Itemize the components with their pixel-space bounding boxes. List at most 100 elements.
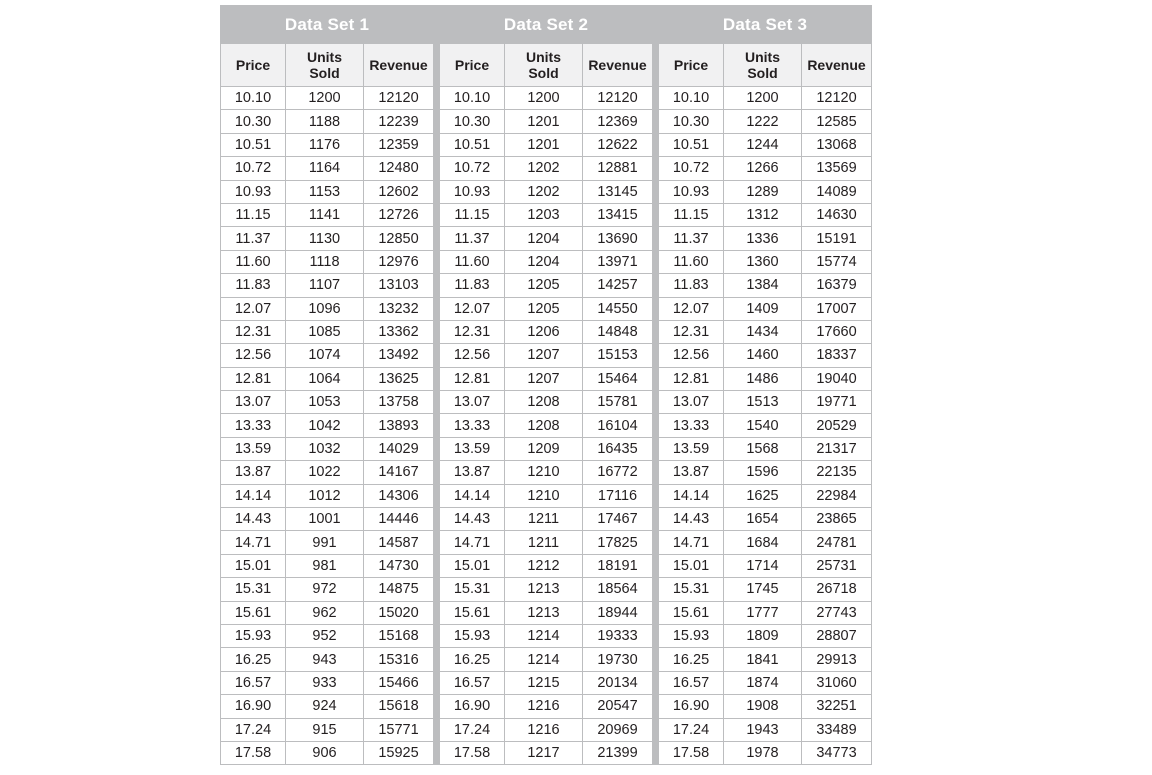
table-row: 11.37 1204 13690: [439, 226, 653, 251]
units-sold-cell: 906: [285, 740, 364, 766]
table-row: 16.57 1215 20134: [439, 670, 653, 696]
revenue-cell: 12369: [582, 109, 653, 134]
revenue-cell: 12120: [363, 85, 434, 111]
price-cell: 17.24: [439, 717, 505, 742]
units-sold-cell: 915: [285, 717, 364, 742]
table-row: 10.93 1202 13145: [439, 179, 653, 204]
table-row: 13.33 1540 20529: [658, 413, 872, 438]
units-sold-cell: 1085: [285, 319, 364, 345]
data-set-title: Data Set 2: [439, 5, 653, 44]
table-row: 16.57 1874 31060: [658, 670, 872, 696]
table-row: 12.81 1486 19040: [658, 366, 872, 392]
revenue-cell: 16379: [801, 273, 872, 298]
units-sold-cell: 1809: [723, 623, 802, 649]
column-header-text: Price: [673, 57, 709, 73]
price-cell: 12.81: [658, 366, 724, 392]
column-header-text: Revenue: [369, 57, 428, 73]
data-set-1: Data Set 1 Price Units Sold Revenue 10.10 1200…: [220, 5, 434, 766]
price-cell: 15.01: [439, 553, 505, 579]
table-row: 10.51 1201 12622: [439, 132, 653, 158]
table-row: 16.25 1214 19730: [439, 647, 653, 672]
revenue-cell: 13362: [363, 319, 434, 345]
revenue-cell: 17116: [582, 483, 653, 509]
price-cell: 17.58: [658, 740, 724, 766]
revenue-cell: 14089: [801, 179, 872, 204]
price-cell: 13.07: [439, 390, 505, 415]
table-row: 11.83 1205 14257: [439, 273, 653, 298]
units-sold-cell: 1203: [504, 202, 583, 228]
units-sold-cell: 1211: [504, 507, 583, 532]
data-set-2: Data Set 2 Price Units Sold Revenue 10.10 1200…: [439, 5, 653, 766]
table-row: 14.71 991 14587: [220, 530, 434, 555]
revenue-cell: 28807: [801, 623, 872, 649]
price-cell: 16.25: [220, 647, 286, 672]
units-sold-cell: 1208: [504, 413, 583, 438]
revenue-cell: 17467: [582, 507, 653, 532]
units-sold-cell: 1205: [504, 296, 583, 321]
units-sold-cell: 1266: [723, 156, 802, 181]
table-row: 15.61 1777 27743: [658, 600, 872, 625]
price-cell: 16.25: [658, 647, 724, 672]
table-row: 11.60 1204 13971: [439, 249, 653, 275]
column-header-units-sold: Units Sold: [723, 44, 802, 87]
table-row: 10.72 1164 12480: [220, 156, 434, 181]
table-row: 12.07 1096 13232: [220, 296, 434, 321]
table-row: 15.93 952 15168: [220, 623, 434, 649]
price-cell: 17.24: [658, 717, 724, 742]
table-row: 11.60 1360 15774: [658, 249, 872, 275]
column-header-units-sold: Units Sold: [504, 44, 583, 87]
units-sold-cell: 1022: [285, 460, 364, 485]
revenue-cell: 18191: [582, 553, 653, 579]
price-cell: 14.71: [220, 530, 286, 555]
units-sold-cell: 1032: [285, 436, 364, 462]
table-row: 13.59 1209 16435: [439, 436, 653, 462]
table-row: 17.24 1216 20969: [439, 717, 653, 742]
price-cell: 10.93: [658, 179, 724, 204]
table-row: 10.10 1200 12120: [439, 85, 653, 111]
table-row: 13.87 1022 14167: [220, 460, 434, 485]
units-sold-cell: 1200: [723, 85, 802, 111]
units-sold-cell: 1486: [723, 366, 802, 392]
units-sold-cell: 1202: [504, 179, 583, 204]
revenue-cell: 12359: [363, 132, 434, 158]
revenue-cell: 13068: [801, 132, 872, 158]
units-sold-cell: 1130: [285, 226, 364, 251]
price-cell: 12.81: [439, 366, 505, 392]
units-sold-cell: 1841: [723, 647, 802, 672]
units-sold-cell: 1874: [723, 670, 802, 696]
column-header-row: Price Units Sold Revenue: [658, 44, 872, 87]
revenue-cell: 27743: [801, 600, 872, 625]
revenue-cell: 15618: [363, 694, 434, 719]
revenue-cell: 22135: [801, 460, 872, 485]
column-header-text: Units: [307, 49, 342, 65]
revenue-cell: 14875: [363, 577, 434, 602]
table-row: 10.51 1244 13068: [658, 132, 872, 158]
units-sold-cell: 1908: [723, 694, 802, 719]
column-header-text: Revenue: [588, 57, 647, 73]
price-cell: 10.72: [220, 156, 286, 181]
table-row: 15.01 981 14730: [220, 553, 434, 579]
table-row: 12.07 1409 17007: [658, 296, 872, 321]
revenue-cell: 33489: [801, 717, 872, 742]
units-sold-cell: 1244: [723, 132, 802, 158]
table-row: 16.90 1216 20547: [439, 694, 653, 719]
column-header-text: Price: [454, 57, 490, 73]
table-row: 14.43 1001 14446: [220, 507, 434, 532]
revenue-cell: 29913: [801, 647, 872, 672]
price-cell: 10.10: [658, 85, 724, 111]
price-cell: 15.31: [220, 577, 286, 602]
units-sold-cell: 1214: [504, 623, 583, 649]
table-row: 13.59 1032 14029: [220, 436, 434, 462]
revenue-cell: 14550: [582, 296, 653, 321]
table-row: 11.83 1384 16379: [658, 273, 872, 298]
price-cell: 14.43: [220, 507, 286, 532]
price-cell: 16.25: [439, 647, 505, 672]
price-cell: 16.90: [658, 694, 724, 719]
column-header-revenue: Revenue: [582, 44, 653, 87]
units-sold-cell: 1201: [504, 109, 583, 134]
table-row: 10.10 1200 12120: [658, 85, 872, 111]
data-sets-table: Data Set 1 Price Units Sold Revenue 10.10 1200…: [220, 5, 872, 766]
table-row: 16.90 1908 32251: [658, 694, 872, 719]
units-sold-cell: 991: [285, 530, 364, 555]
table-row: 11.15 1312 14630: [658, 202, 872, 228]
